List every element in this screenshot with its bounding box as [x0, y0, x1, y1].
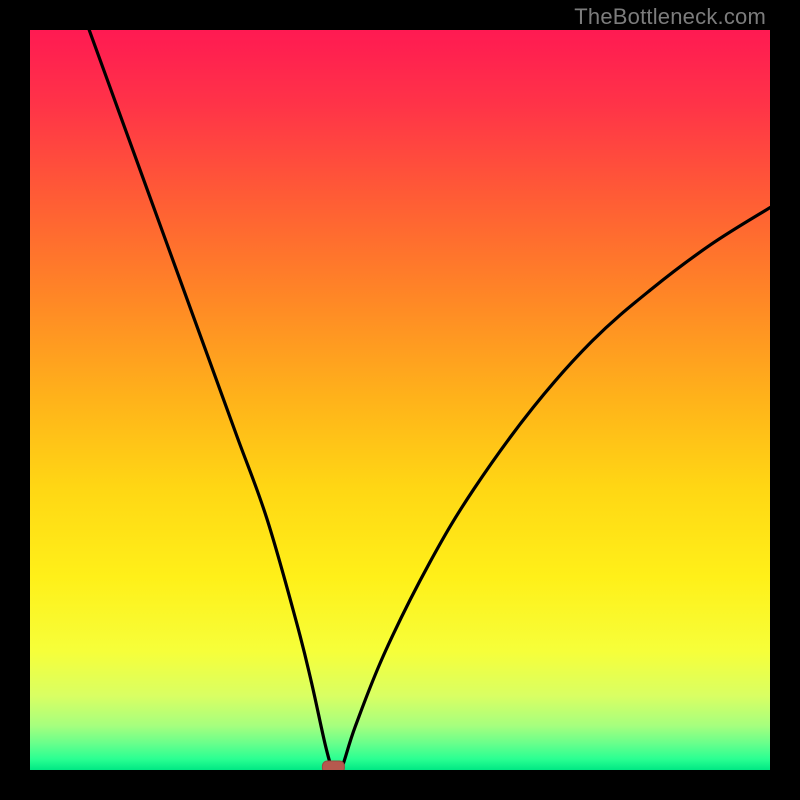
gradient-background	[30, 30, 770, 770]
watermark-text: TheBottleneck.com	[574, 4, 766, 30]
outer-frame: TheBottleneck.com	[0, 0, 800, 800]
bottleneck-chart	[30, 30, 770, 770]
optimal-point-marker	[322, 761, 344, 770]
plot-area	[30, 30, 770, 770]
